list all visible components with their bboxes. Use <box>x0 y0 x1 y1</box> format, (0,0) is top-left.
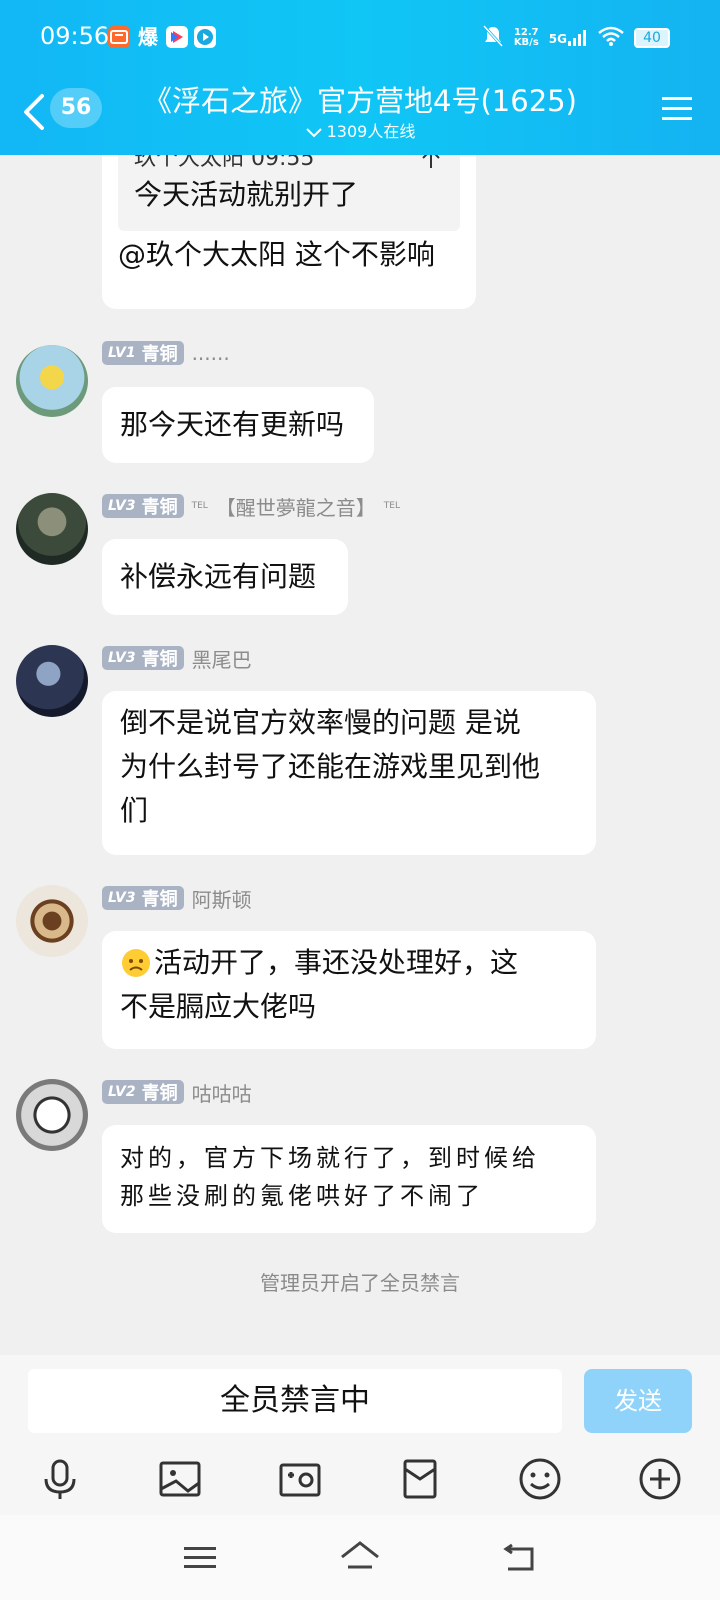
sender-name[interactable]: 【醒世夢龍之音】 <box>216 492 376 521</box>
microphone-icon[interactable] <box>36 1455 84 1503</box>
chat-header: 09:56 爆 12.7 KB/s 5G 40 56 《浮石之旅》官方营地4号(… <box>0 0 720 155</box>
level-badge: LV3 青铜 <box>102 494 184 518</box>
mute-icon <box>482 24 504 52</box>
video-app-icon <box>166 26 188 48</box>
quote-box[interactable]: 玖个大太阳 09:55 今天活动就别开了 <box>118 155 460 231</box>
input-toolbar <box>0 1455 720 1515</box>
arrow-up-icon <box>420 155 442 183</box>
image-icon[interactable] <box>156 1455 204 1503</box>
worried-emoji-icon <box>122 949 150 977</box>
level-badge: LV2 青铜 <box>102 1080 184 1104</box>
message-bubble[interactable]: 补偿永远有问题 <box>102 539 348 615</box>
sender-name[interactable]: 阿斯顿 <box>192 884 252 913</box>
sender-name[interactable]: ...... <box>192 341 230 365</box>
network-speed: 12.7 KB/s <box>513 27 539 48</box>
reply-text: @玖个大太阳 这个不影响 <box>118 238 435 271</box>
chevron-down-icon <box>305 127 322 137</box>
quote-text: 今天活动就别开了 <box>134 178 359 211</box>
message-meta: LV3 青铜 黑尾巴 <box>102 644 252 673</box>
battery-indicator: 40 <box>634 28 670 48</box>
status-time: 09:56 <box>40 22 110 50</box>
avatar[interactable] <box>16 493 88 565</box>
back-nav-button[interactable] <box>498 1535 542 1579</box>
chat-list[interactable]: 玖个大太阳 09:55 今天活动就别开了 @玖个大太阳 这个不影响 LV1 青铜 … <box>0 155 720 1355</box>
send-button[interactable]: 发送 <box>584 1369 692 1433</box>
group-title[interactable]: 《浮石之旅》官方营地4号(1625) <box>140 78 580 120</box>
sender-name[interactable]: 咕咕咕 <box>192 1078 252 1107</box>
system-message: 管理员开启了全员禁言 <box>260 1271 460 1295</box>
message-input[interactable]: 全员禁言中 <box>28 1369 562 1433</box>
chevron-left-icon <box>24 94 44 130</box>
home-icon <box>341 1541 379 1569</box>
message-meta: LV1 青铜 ...... <box>102 340 230 366</box>
message-meta: LV2 青铜 咕咕咕 <box>102 1078 252 1107</box>
nav-bar: 56 《浮石之旅》官方营地4号(1625) 1309人在线 <box>0 76 720 155</box>
camera-icon[interactable] <box>276 1455 324 1503</box>
system-nav-bar <box>0 1515 720 1600</box>
menu-lines-icon <box>184 1547 216 1568</box>
message-bubble[interactable]: 那今天还有更新吗 <box>102 387 374 463</box>
level-badge: LV3 青铜 <box>102 646 184 670</box>
signal-5g: 5G <box>549 30 588 46</box>
red-packet-icon[interactable] <box>396 1455 444 1503</box>
menu-button[interactable] <box>660 94 694 124</box>
reply-bubble[interactable]: 玖个大太阳 09:55 今天活动就别开了 @玖个大太阳 这个不影响 <box>102 155 476 309</box>
toutiao-app-icon <box>108 26 130 48</box>
sender-name[interactable]: 黑尾巴 <box>192 644 252 673</box>
return-icon <box>503 1543 534 1571</box>
level-badge: LV1 青铜 <box>102 341 184 365</box>
baopo-app-icon: 爆 <box>138 25 158 49</box>
message-meta: LV3 青铜 阿斯顿 <box>102 884 252 913</box>
online-count: 1309人在线 <box>260 118 460 142</box>
status-bar: 09:56 爆 12.7 KB/s 5G 40 <box>0 0 720 76</box>
emoji-icon[interactable] <box>516 1455 564 1503</box>
home-button[interactable] <box>338 1535 382 1579</box>
hamburger-icon <box>662 97 692 120</box>
status-indicators: 12.7 KB/s 5G 40 <box>482 24 670 52</box>
message-bubble[interactable]: 对的，官方下场就行了，到时候给 那些没刷的氪佬哄好了不闹了 <box>102 1125 596 1233</box>
avatar[interactable] <box>16 1079 88 1151</box>
message-bubble[interactable]: 倒不是说官方效率慢的问题 是说 为什么封号了还能在游戏里见到他 们 <box>102 691 596 855</box>
signal-icon <box>568 30 586 46</box>
message-meta: LV3 青铜 TEL 【醒世夢龍之音】 TEL <box>102 492 400 521</box>
avatar[interactable] <box>16 885 88 957</box>
input-area: 全员禁言中 发送 <box>0 1355 720 1520</box>
level-badge: LV3 青铜 <box>102 886 184 910</box>
message-bubble[interactable]: 活动开了，事还没处理好，这 不是膈应大佬吗 <box>102 931 596 1049</box>
recent-apps-button[interactable] <box>178 1535 222 1579</box>
avatar[interactable] <box>16 345 88 417</box>
plus-icon[interactable] <box>636 1455 684 1503</box>
avatar[interactable] <box>16 645 88 717</box>
play-app-icon <box>194 26 216 48</box>
unread-badge: 56 <box>50 88 102 128</box>
wifi-icon <box>598 26 624 50</box>
